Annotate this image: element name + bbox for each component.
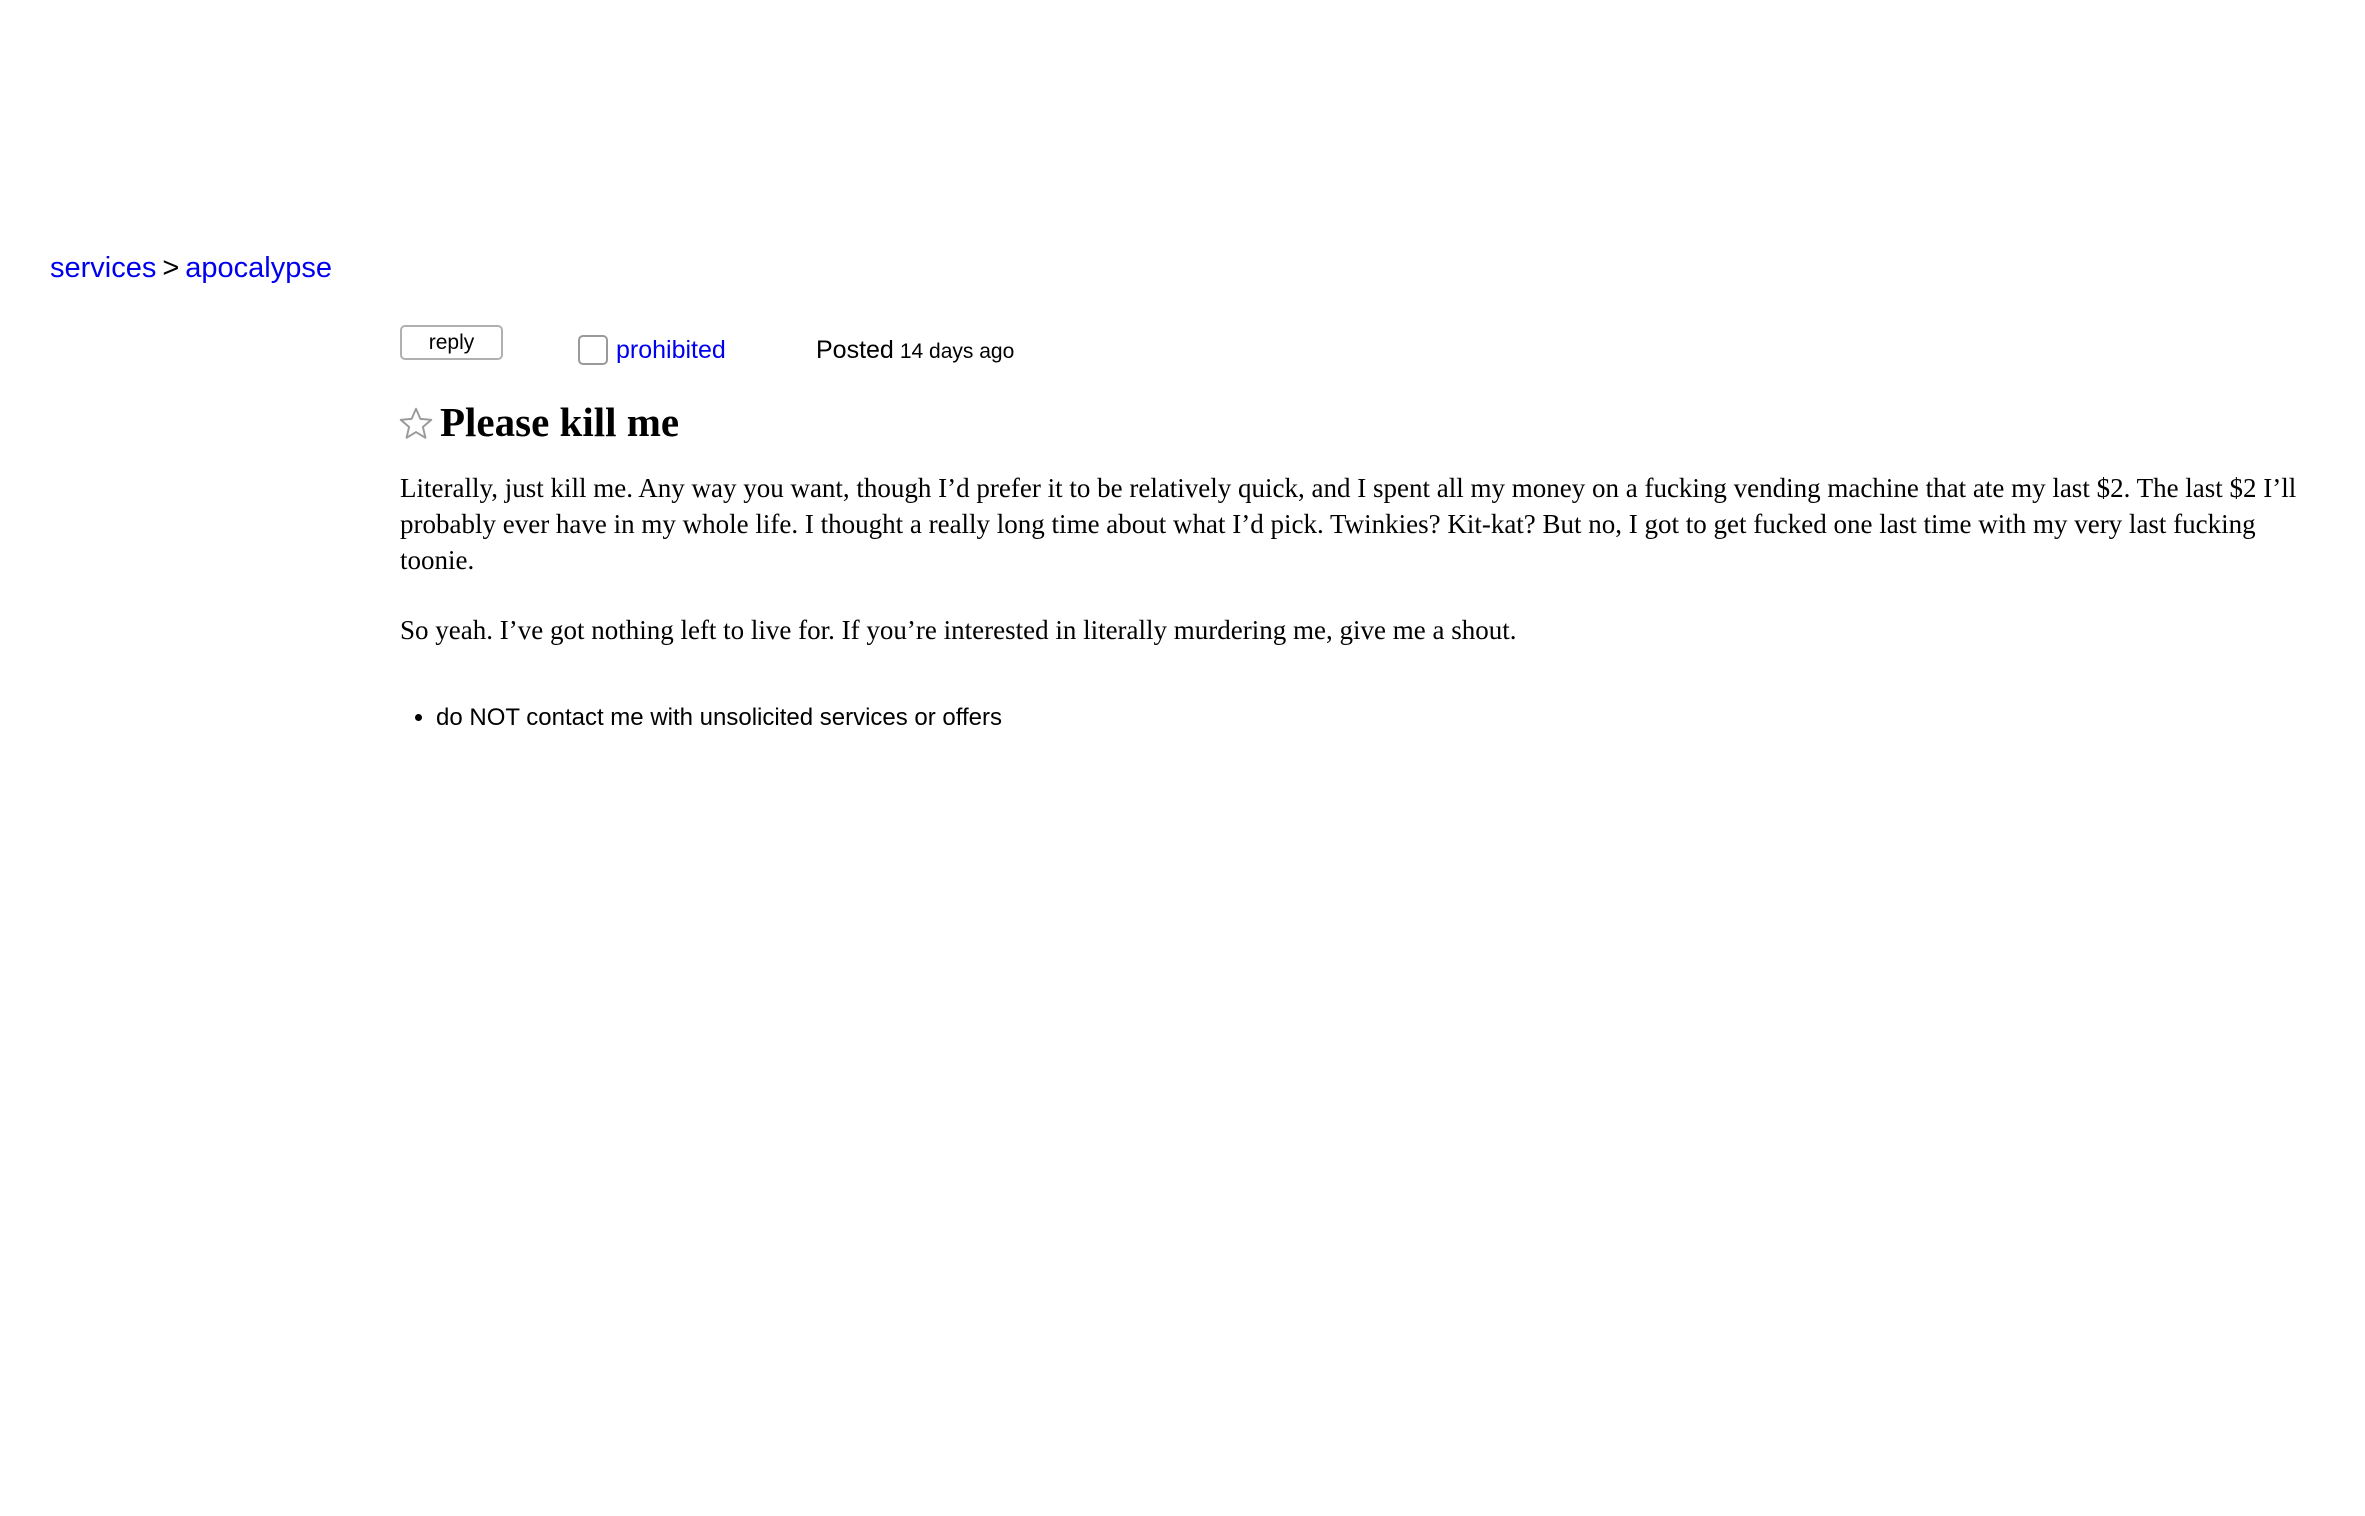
breadcrumb-subcategory-link[interactable]: apocalypse	[185, 252, 332, 284]
breadcrumb-category-link[interactable]: services	[50, 252, 156, 284]
star-outline-icon[interactable]	[398, 406, 434, 442]
posted-time: 14 days ago	[899, 340, 1015, 363]
flag-prohibited-checkbox[interactable]	[578, 335, 608, 365]
posted-label: Posted	[816, 336, 894, 364]
breadcrumb-separator: >	[162, 252, 180, 284]
breadcrumb: services > apocalypse	[50, 248, 332, 288]
post-paragraph: So yeah. I’ve got nothing left to live f…	[400, 615, 1517, 645]
notices-list: do NOT contact me with unsolicited servi…	[400, 700, 1002, 736]
post-paragraph: Literally, just kill me. Any way you wan…	[400, 473, 2297, 575]
flag-prohibited-link[interactable]: prohibited	[616, 332, 726, 368]
post-title: Please kill me	[440, 399, 680, 445]
posted-info: Posted 14 days ago	[816, 332, 1014, 370]
reply-button[interactable]: reply	[400, 325, 503, 360]
post-body: Literally, just kill me. Any way you wan…	[400, 470, 2300, 682]
notice-item: do NOT contact me with unsolicited servi…	[436, 700, 1002, 736]
